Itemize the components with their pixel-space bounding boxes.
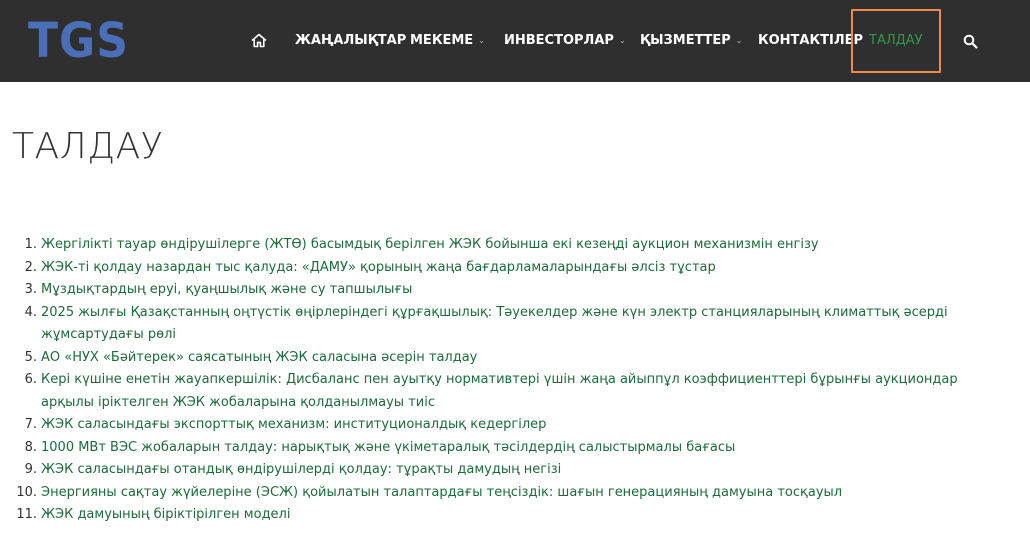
article-link[interactable]: ЖЭК дамуының біріктірілген моделі: [41, 507, 290, 522]
chevron-down-icon: ⌄: [618, 36, 626, 45]
nav-investors[interactable]: ИНВЕСТОРЛАР ⌄: [504, 0, 626, 82]
nav-investors-label: ИНВЕСТОРЛАР: [504, 33, 614, 48]
article-link[interactable]: 2025 жылғы Қазақстанның оңтүстік өңірлер…: [41, 305, 948, 343]
nav-news[interactable]: ЖАҢАЛЫҚТАР: [295, 0, 406, 82]
list-item: 6. Кері күшіне енетін жауапкершілік: Дис…: [0, 369, 1010, 414]
article-link[interactable]: 1000 МВт ВЭС жобаларын талдау: нарықтық …: [41, 440, 735, 455]
list-item: 8. 1000 МВт ВЭС жобаларын талдау: нарықт…: [0, 437, 1010, 460]
list-item-number: 11.: [16, 507, 37, 522]
article-link[interactable]: ЖЭК саласындағы отандық өндірушілерді қо…: [41, 462, 561, 477]
list-item: 9. ЖЭК саласындағы отандық өндірушілерді…: [0, 459, 1010, 482]
list-item-number: 4.: [24, 304, 37, 320]
article-link[interactable]: ЖЭК саласындағы экспорттық механизм: инс…: [41, 417, 546, 432]
list-item: 1. Жергілікті тауар өндірушілерге (ЖТӨ) …: [0, 234, 1010, 257]
list-item-number: 3.: [24, 282, 37, 297]
nav-services-label: ҚЫЗМЕТТЕР: [640, 33, 731, 48]
nav-analysis[interactable]: ТАЛДАУ: [869, 0, 923, 82]
list-item: 4. 2025 жылғы Қазақстанның оңтүстік өңір…: [0, 302, 1010, 347]
list-item-number: 1.: [24, 237, 37, 252]
nav-institution-label: МЕКЕМЕ: [410, 33, 474, 48]
list-item-number: 5.: [24, 349, 37, 365]
page-title: ТАЛДАУ: [12, 126, 164, 167]
list-item-number: 9.: [24, 462, 37, 477]
list-item-number: 6.: [24, 372, 37, 387]
article-list: 1. Жергілікті тауар өндірушілерге (ЖТӨ) …: [0, 234, 1010, 527]
nav-analysis-label: ТАЛДАУ: [869, 33, 923, 48]
chevron-down-icon: ⌄: [478, 36, 485, 45]
article-link[interactable]: ЖЭК-ті қолдау назардан тыс қалуда: «ДАМУ…: [41, 260, 716, 275]
search-icon: [963, 34, 978, 49]
article-link[interactable]: Жергілікті тауар өндірушілерге (ЖТӨ) бас…: [41, 237, 819, 252]
list-item: 10. Энергияны сақтау жүйелеріне (ЭСЖ) қо…: [0, 482, 1010, 505]
list-item-number: 2.: [24, 259, 37, 275]
nav-services[interactable]: ҚЫЗМЕТТЕР ⌄: [640, 0, 742, 82]
article-link[interactable]: АО «НУХ «Бәйтерек» саясатының ЖЭК саласы…: [41, 350, 477, 365]
site-logo[interactable]: TGS: [28, 16, 129, 66]
chevron-down-icon: ⌄: [735, 36, 743, 45]
list-item: 5. АО «НУХ «Бәйтерек» саясатының ЖЭК сал…: [0, 347, 1010, 370]
article-link[interactable]: Кері күшіне енетін жауапкершілік: Дисбал…: [41, 372, 958, 410]
list-item: 7. ЖЭК саласындағы экспорттық механизм: …: [0, 414, 1010, 437]
nav-contacts[interactable]: КОНТАКТІЛЕР: [758, 0, 863, 82]
article-link[interactable]: Энергияны сақтау жүйелеріне (ЭСЖ) қойыла…: [41, 485, 842, 500]
list-item-number: 8.: [24, 439, 37, 455]
article-link[interactable]: Мұздықтардың еруі, қуаңшылық және су тап…: [41, 282, 412, 297]
list-item-number: 7.: [24, 417, 37, 432]
list-item: 2. ЖЭК-ті қолдау назардан тыс қалуда: «Д…: [0, 257, 1010, 280]
nav-news-label: ЖАҢАЛЫҚТАР: [295, 33, 407, 48]
nav-contacts-label: КОНТАКТІЛЕР: [758, 33, 864, 48]
list-item: 3. Мұздықтардың еруі, қуаңшылық және су …: [0, 279, 1010, 302]
list-item: 11. ЖЭК дамуының біріктірілген моделі: [0, 504, 1010, 527]
home-icon: [251, 33, 267, 48]
site-header: TGS ЖАҢАЛЫҚТАР МЕКЕМЕ ⌄ ИНВЕСТОРЛАР ⌄ ҚЫЗМ…: [0, 0, 1030, 82]
nav-institution[interactable]: МЕКЕМЕ ⌄: [410, 0, 485, 82]
list-item-number: 10.: [16, 484, 37, 500]
